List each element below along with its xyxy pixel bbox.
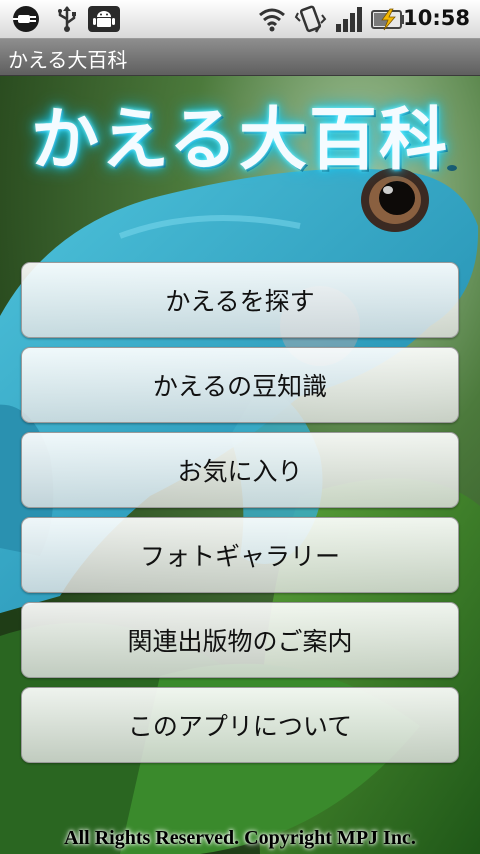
android-debug-icon [87,5,121,37]
battery-charging-icon [370,5,406,37]
app-title: かえる大百科 [8,48,128,72]
menu-button-photo-gallery[interactable]: フォトギャラリー [21,517,459,593]
status-bar: 10:58 [0,0,480,39]
usb-plug-icon [10,5,44,37]
hero-title: かえる大百科 [31,101,449,180]
usb-icon [54,5,80,37]
menu-button-frog-trivia[interactable]: かえるの豆知識 [21,347,459,423]
wifi-icon [258,5,286,37]
menu-button-related-publications[interactable]: 関連出版物のご案内 [21,602,459,678]
signal-icon [334,5,364,37]
copyright-footer: All Rights Reserved. Copyright MPJ Inc. [64,827,416,849]
main-content: かえる大百科 かえるを探す かえるの豆知識 お気に入り フォトギャラリー 関連出… [0,76,480,854]
menu-button-favorites[interactable]: お気に入り [21,432,459,508]
clock: 10:58 [403,6,470,30]
menu-button-search-frogs[interactable]: かえるを探す [21,262,459,338]
vibrate-icon [294,5,328,37]
menu-button-about-app[interactable]: このアプリについて [21,687,459,763]
app-title-bar: かえる大百科 [0,39,480,76]
